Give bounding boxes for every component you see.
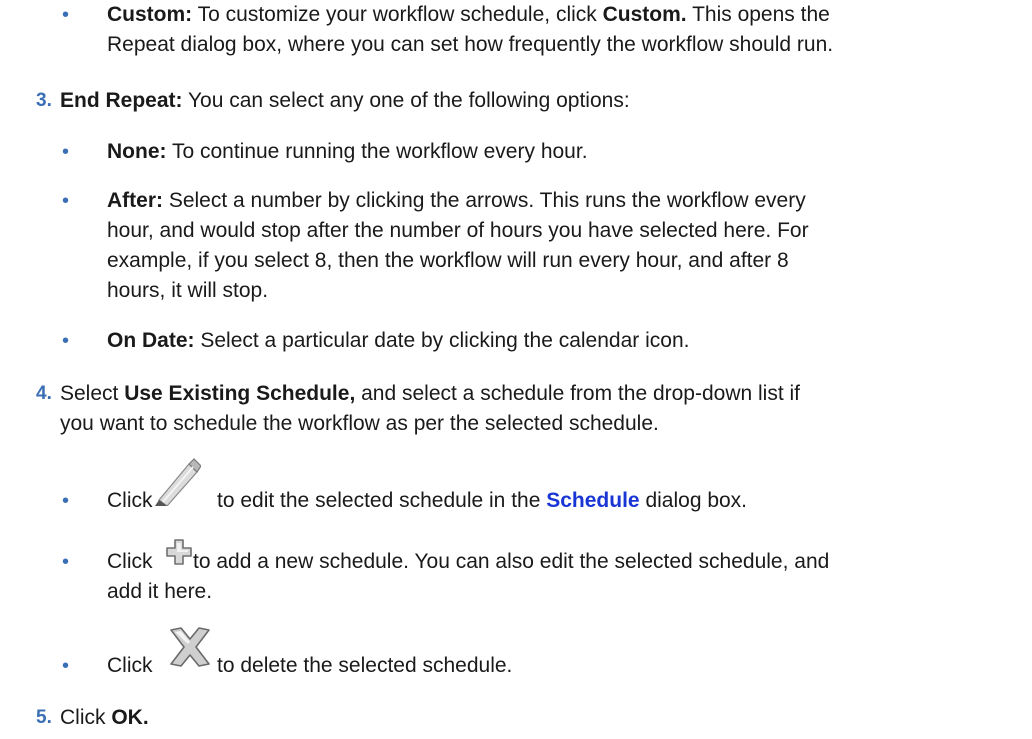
bullet-edit: • [62,490,70,512]
document-page: • Custom: To customize your workflow sch… [0,0,1032,739]
bullet-add: • [62,551,70,573]
ondate-term: On Date: [107,329,195,352]
pencil-icon[interactable] [153,456,201,506]
step-5-text: Click [60,706,112,729]
bullet-after: • [62,190,70,212]
bullet-ondate: • [62,330,70,352]
custom-line-1: Custom: To customize your workflow sched… [107,0,830,30]
step-4-line-1: Select Use Existing Schedule, and select… [60,379,800,409]
bullet-custom: • [62,4,70,26]
step-5-line: Click OK. [60,703,149,733]
delete-click: Click [107,654,153,677]
none-term: None: [107,140,167,163]
plus-icon[interactable] [165,538,193,566]
step-4-text-1: Select [60,382,125,405]
bullet-delete: • [62,655,70,677]
delete-line: to delete the selected schedule. [217,654,513,677]
none-line: None: To continue running the workflow e… [107,137,588,167]
step-3-number: 3. [36,90,52,111]
delete-x-icon[interactable] [165,626,215,668]
after-term: After: [107,189,163,212]
edit-text-1: to edit the selected schedule in the [217,489,547,512]
after-text-1: Select a number by clicking the arrows. … [163,189,806,212]
step-4-line-2: you want to schedule the workflow as per… [60,412,659,435]
step-3-text: You can select any one of the following … [182,89,630,112]
step-5-number: 5. [36,707,52,728]
custom-text-1: To customize your workflow schedule, cli… [192,3,603,26]
ondate-text: Select a particular date by clicking the… [194,329,690,352]
edit-click: Click [107,489,153,512]
edit-text-2: dialog box. [639,489,748,512]
bullet-none: • [62,141,70,163]
add-line-2: add it here. [107,580,213,603]
step-4-bold: Use Existing Schedule, [124,382,356,405]
custom-bold: Custom. [602,3,687,26]
add-line-1: to add a new schedule. You can also edit… [193,550,830,573]
step-3-term: End Repeat: [60,89,183,112]
custom-term: Custom: [107,3,193,26]
none-text: To continue running the workflow every h… [166,140,588,163]
after-line-4: hours, it will stop. [107,279,269,302]
after-line-3: example, if you select 8, then the workf… [107,249,789,272]
after-line-2: hour, and would stop after the number of… [107,219,809,242]
custom-line-2: Repeat dialog box, where you can set how… [107,33,834,56]
after-line-1: After: Select a number by clicking the a… [107,186,806,216]
schedule-link[interactable]: Schedule [546,489,639,512]
edit-line: to edit the selected schedule in the Sch… [217,486,747,516]
step-3-line: End Repeat: You can select any one of th… [60,86,630,116]
step-4-text-2: and select a schedule from the drop-down… [355,382,801,405]
ondate-line: On Date: Select a particular date by cli… [107,326,689,356]
step-5-bold: OK. [111,706,149,729]
custom-text-2: This opens the [686,3,830,26]
step-4-number: 4. [36,383,52,404]
add-click: Click [107,550,153,573]
